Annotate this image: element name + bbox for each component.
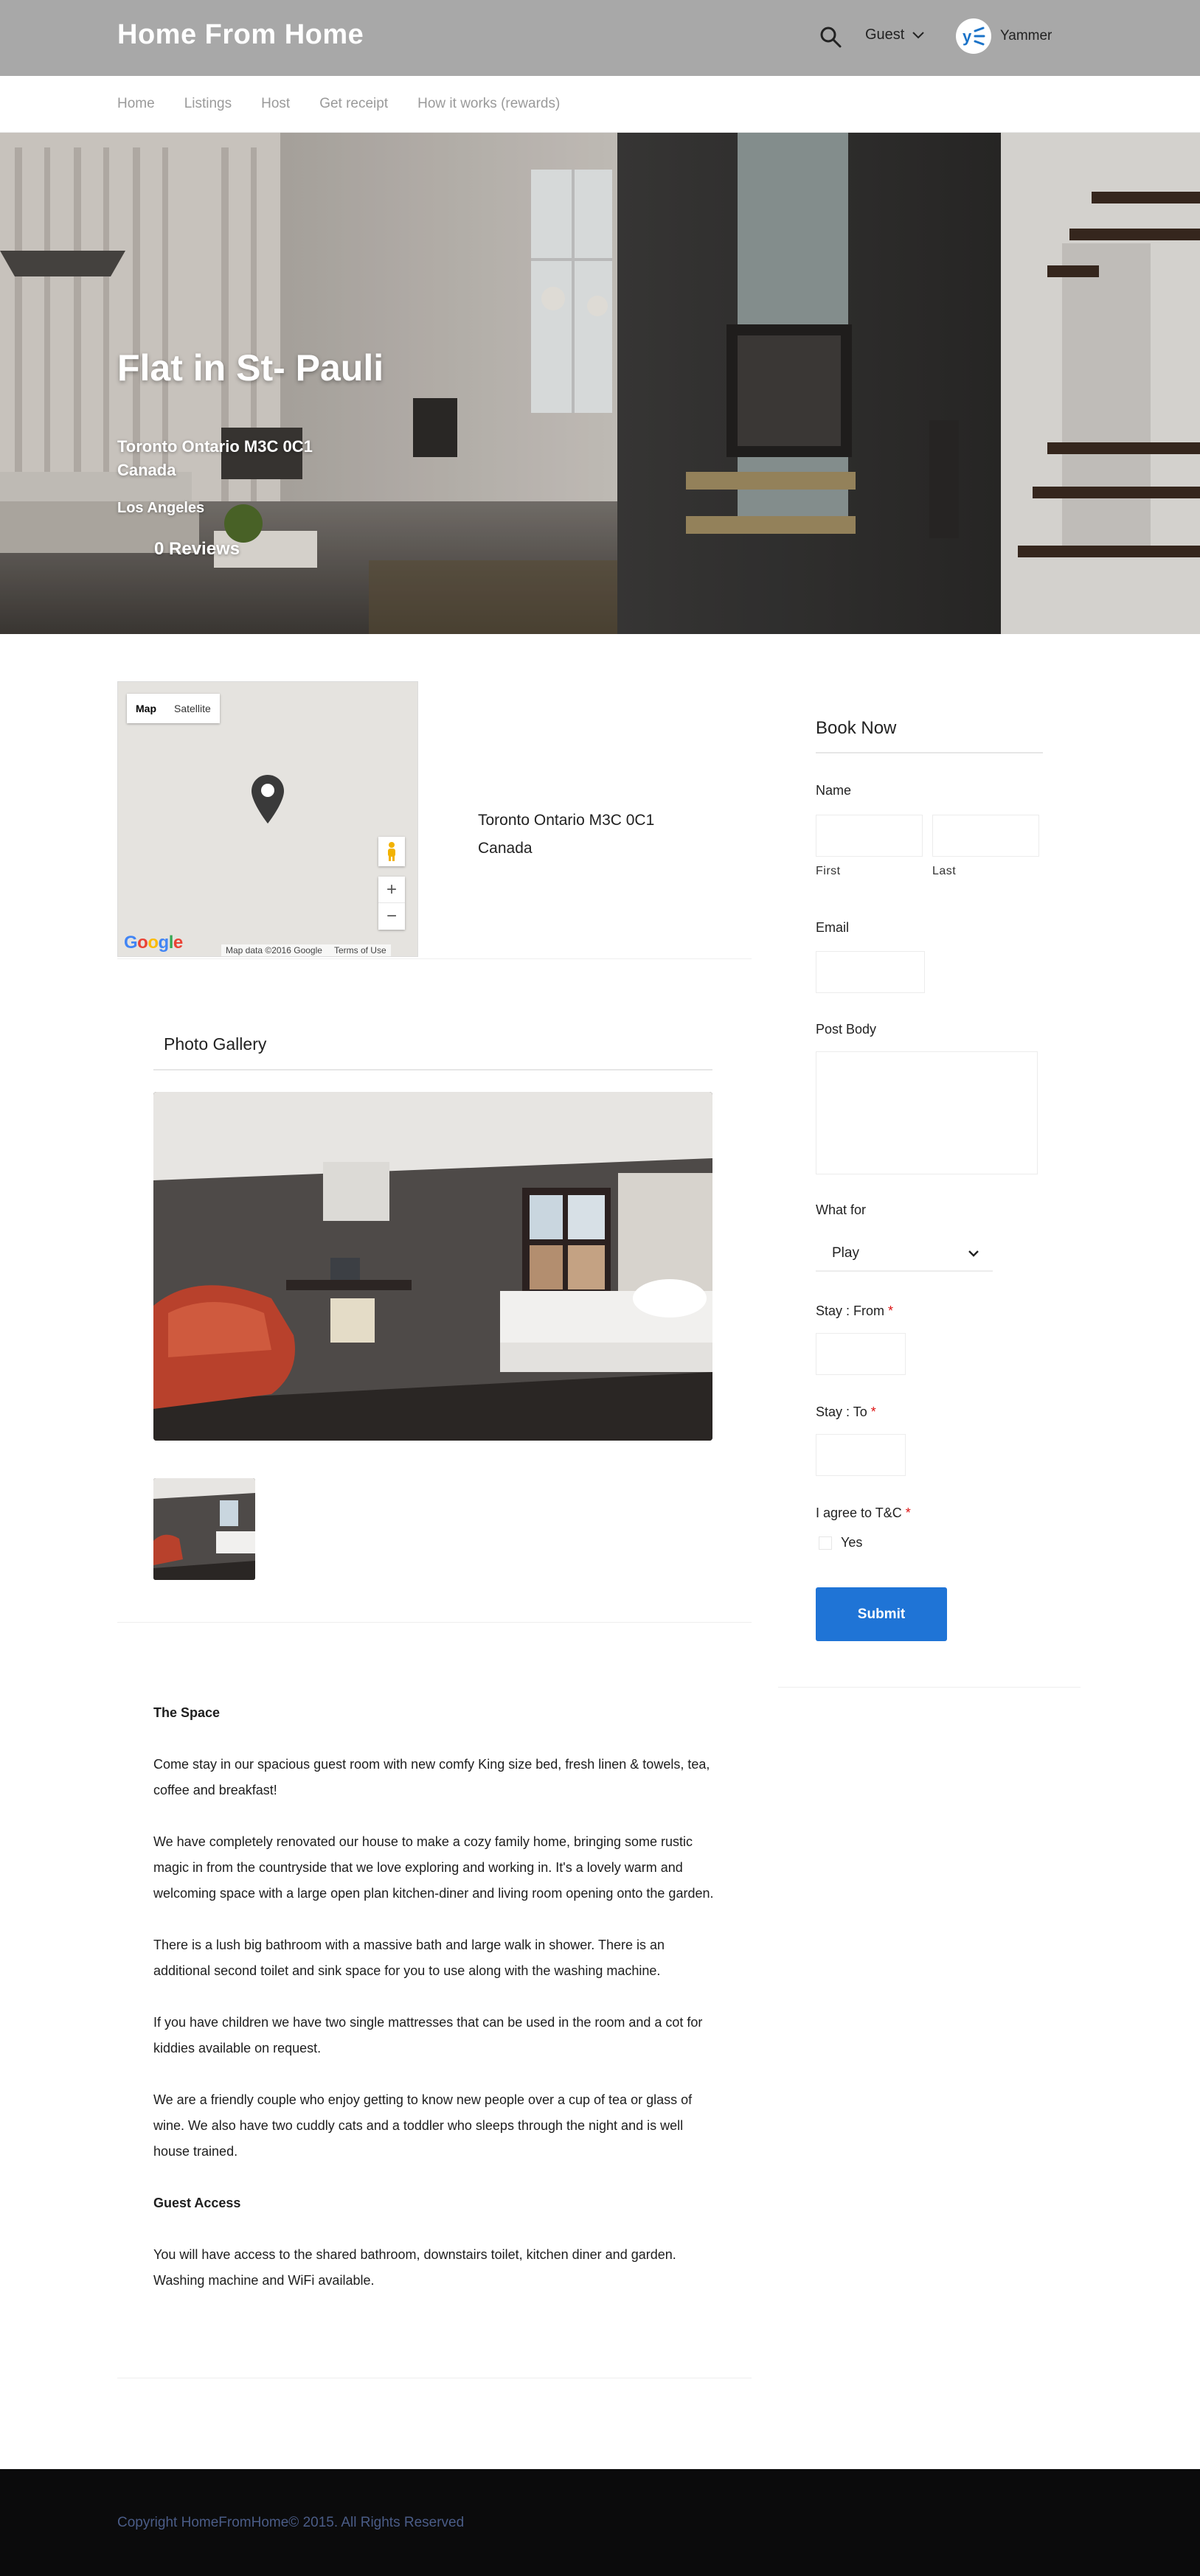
post-body-label: Post Body: [816, 1022, 877, 1037]
gallery-main-image[interactable]: [153, 1092, 712, 1441]
divider: [117, 1622, 752, 1623]
site-footer: Copyright HomeFromHome© 2015. All Rights…: [0, 2469, 1200, 2576]
required-marker: *: [888, 1303, 894, 1318]
terms-checkbox-row[interactable]: Yes: [819, 1535, 862, 1550]
divider: [117, 958, 752, 959]
divider: [778, 1687, 1081, 1688]
nav-item-host[interactable]: Host: [261, 96, 290, 112]
address-line-1: Toronto Ontario M3C 0C1: [117, 437, 313, 456]
google-logo: Google: [124, 933, 183, 953]
description-paragraph: We have completely renovated our house t…: [153, 1834, 714, 1901]
terms-label: I agree to T&C *: [816, 1505, 911, 1521]
user-name: Yammer: [1000, 28, 1052, 43]
section-heading-space: The Space: [153, 1705, 221, 1720]
stay-to-label-text: Stay : To: [816, 1404, 867, 1419]
required-marker: *: [905, 1505, 911, 1520]
site-logo[interactable]: Home From Home: [117, 19, 364, 51]
listing-description: The Space Come stay in our spacious gues…: [153, 1700, 714, 2294]
nav-item-listings[interactable]: Listings: [184, 96, 232, 112]
zoom-control: + −: [378, 877, 405, 930]
submit-button[interactable]: Submit: [816, 1587, 947, 1641]
nav-item-how-it-works[interactable]: How it works (rewards): [417, 96, 560, 112]
map-attribution: Map data ©2016 Google Terms of Use: [221, 944, 391, 956]
nav-item-home[interactable]: Home: [117, 96, 155, 112]
description-paragraph: We are a friendly couple who enjoy getti…: [153, 2092, 693, 2159]
section-heading-guest-access: Guest Access: [153, 2196, 241, 2210]
reviews-link[interactable]: 0 Reviews: [154, 539, 240, 560]
stay-to-input[interactable]: [816, 1434, 906, 1476]
chevron-down-icon: [912, 31, 925, 38]
name-label: Name: [816, 783, 852, 798]
main-navigation: Home Listings Host Get receipt How it wo…: [0, 76, 1200, 133]
first-name-sublabel: First: [816, 865, 841, 877]
description-paragraph: If you have children we have two single …: [153, 2015, 703, 2055]
guest-dropdown[interactable]: Guest: [865, 27, 925, 43]
booking-title: Book Now: [816, 718, 897, 738]
map-data-credit: Map data ©2016 Google: [226, 945, 322, 955]
yammer-logo-icon: y: [963, 27, 985, 46]
avatar: y: [956, 18, 991, 54]
map-address: Toronto Ontario M3C 0C1 Canada: [478, 807, 654, 863]
description-paragraph: Come stay in our spacious guest room wit…: [153, 1757, 710, 1797]
email-label: Email: [816, 920, 850, 935]
map-address-line-2: Canada: [478, 840, 533, 857]
divider: [816, 752, 1043, 753]
listing-address: Toronto Ontario M3C 0C1 Canada: [117, 435, 313, 482]
first-name-input[interactable]: [816, 815, 923, 857]
last-name-sublabel: Last: [932, 865, 957, 877]
location-map[interactable]: Map Satellite + − Google Map data ©2016 …: [117, 681, 418, 957]
guest-label: Guest: [865, 27, 905, 43]
required-marker: *: [870, 1404, 876, 1419]
map-type-satellite-button[interactable]: Satellite: [165, 694, 220, 723]
listing-city: Los Angeles: [117, 500, 205, 516]
terms-checkbox[interactable]: [819, 1536, 832, 1550]
map-type-map-button[interactable]: Map: [127, 694, 165, 723]
what-for-label: What for: [816, 1202, 867, 1217]
address-line-2: Canada: [117, 461, 176, 479]
chevron-down-icon: [968, 1250, 979, 1257]
stay-to-label: Stay : To *: [816, 1404, 876, 1420]
map-type-control: Map Satellite: [127, 694, 220, 723]
stay-from-input[interactable]: [816, 1333, 906, 1375]
street-view-icon[interactable]: [378, 837, 405, 866]
stay-from-label-text: Stay : From: [816, 1303, 885, 1318]
last-name-input[interactable]: [932, 815, 1039, 857]
map-address-line-1: Toronto Ontario M3C 0C1: [478, 812, 655, 829]
zoom-in-button[interactable]: +: [378, 877, 405, 903]
top-header: Home From Home Guest y Yammer: [0, 0, 1200, 76]
what-for-select[interactable]: Play: [816, 1236, 993, 1272]
divider: [153, 1069, 712, 1071]
email-input[interactable]: [816, 951, 925, 993]
gallery-thumbnail[interactable]: [153, 1478, 255, 1580]
search-icon[interactable]: [817, 24, 844, 50]
gallery-title: Photo Gallery: [164, 1034, 267, 1054]
post-body-textarea[interactable]: [816, 1051, 1038, 1174]
svg-text:y: y: [963, 27, 972, 46]
zoom-out-button[interactable]: −: [378, 903, 405, 930]
what-for-selected-value: Play: [832, 1245, 859, 1261]
listing-title: Flat in St- Pauli: [117, 347, 384, 389]
map-terms-link[interactable]: Terms of Use: [334, 945, 386, 955]
map-pin-icon[interactable]: [249, 773, 286, 825]
nav-item-get-receipt[interactable]: Get receipt: [319, 96, 388, 112]
user-menu[interactable]: y Yammer: [956, 18, 1052, 54]
copyright-text: Copyright HomeFromHome© 2015. All Rights…: [117, 2515, 465, 2530]
terms-yes-label: Yes: [841, 1535, 863, 1550]
description-paragraph: You will have access to the shared bathr…: [153, 2247, 676, 2288]
terms-label-text: I agree to T&C: [816, 1505, 902, 1520]
stay-from-label: Stay : From *: [816, 1303, 893, 1319]
description-paragraph: There is a lush big bathroom with a mass…: [153, 1938, 665, 1978]
listing-hero: Flat in St- Pauli Toronto Ontario M3C 0C…: [0, 133, 1200, 634]
